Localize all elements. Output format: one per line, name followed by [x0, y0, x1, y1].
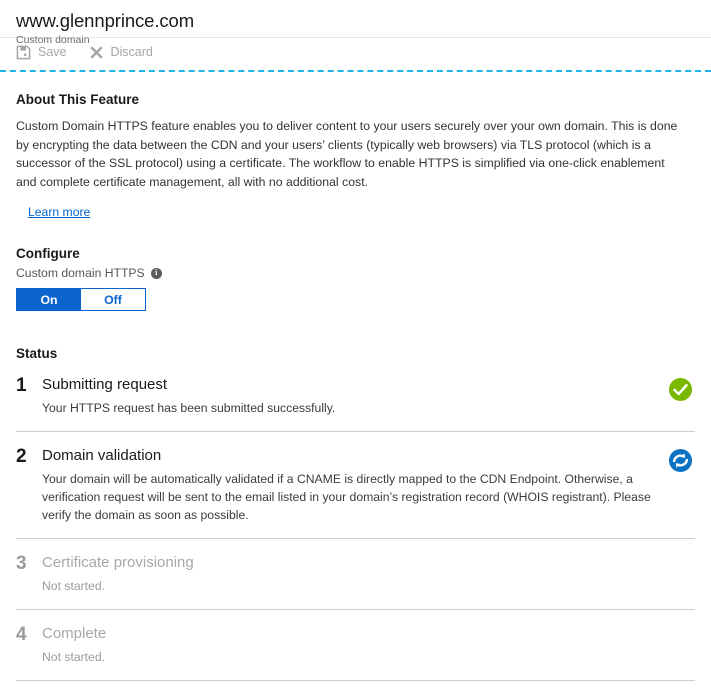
- save-button[interactable]: Save: [14, 43, 69, 62]
- discard-button-label: Discard: [111, 45, 153, 59]
- status-step-title: Complete: [42, 624, 653, 644]
- discard-button[interactable]: Discard: [87, 43, 155, 62]
- status-step-description: Your HTTPS request has been submitted su…: [42, 399, 652, 417]
- status-step-number: 3: [16, 553, 42, 575]
- status-step: 4 Complete Not started.: [16, 610, 695, 681]
- status-step-body: Submitting request Your HTTPS request ha…: [42, 375, 665, 417]
- status-step-body: Certificate provisioning Not started.: [42, 553, 665, 595]
- status-step-icon-slot: [665, 375, 695, 402]
- status-step: 3 Certificate provisioning Not started.: [16, 539, 695, 610]
- about-section-body: Custom Domain HTTPS feature enables you …: [16, 117, 688, 191]
- info-icon[interactable]: i: [151, 268, 162, 279]
- status-step-icon-slot: [665, 553, 695, 555]
- toggle-option-off[interactable]: Off: [81, 289, 145, 310]
- command-bar: Save Discard: [0, 38, 711, 66]
- success-check-icon: [668, 377, 693, 402]
- custom-domain-https-toggle[interactable]: On Off: [16, 288, 146, 311]
- status-step: 1 Submitting request Your HTTPS request …: [16, 361, 695, 432]
- status-section-heading: Status: [16, 346, 695, 361]
- about-section-heading: About This Feature: [16, 72, 695, 107]
- status-step-title: Submitting request: [42, 375, 653, 395]
- status-step-number: 1: [16, 375, 42, 397]
- status-step-body: Domain validation Your domain will be au…: [42, 446, 665, 524]
- status-step-title: Domain validation: [42, 446, 653, 466]
- status-step-number: 2: [16, 446, 42, 468]
- status-step-number: 4: [16, 624, 42, 646]
- save-button-label: Save: [38, 45, 67, 59]
- learn-more-link[interactable]: Learn more: [28, 205, 90, 219]
- discard-icon: [89, 45, 104, 60]
- blade-header: www.glennprince.com Custom domain: [0, 0, 711, 38]
- status-step-icon-slot: [665, 624, 695, 626]
- status-step-description: Your domain will be automatically valida…: [42, 470, 652, 524]
- toggle-option-on[interactable]: On: [17, 289, 81, 310]
- status-step-description: Not started.: [42, 577, 652, 595]
- status-step-icon-slot: [665, 446, 695, 473]
- sync-in-progress-icon: [668, 448, 693, 473]
- blade-content: About This Feature Custom Domain HTTPS f…: [0, 72, 711, 681]
- custom-domain-https-label: Custom domain HTTPS: [16, 266, 145, 280]
- status-step-description: Not started.: [42, 648, 652, 666]
- configure-section-heading: Configure: [16, 246, 695, 261]
- save-icon: [16, 45, 31, 60]
- custom-domain-https-field-row: Custom domain HTTPS i: [16, 266, 695, 280]
- status-step-title: Certificate provisioning: [42, 553, 653, 573]
- status-step: 2 Domain validation Your domain will be …: [16, 432, 695, 539]
- status-step-body: Complete Not started.: [42, 624, 665, 666]
- page-title: www.glennprince.com: [16, 10, 711, 32]
- status-step-list: 1 Submitting request Your HTTPS request …: [16, 361, 695, 681]
